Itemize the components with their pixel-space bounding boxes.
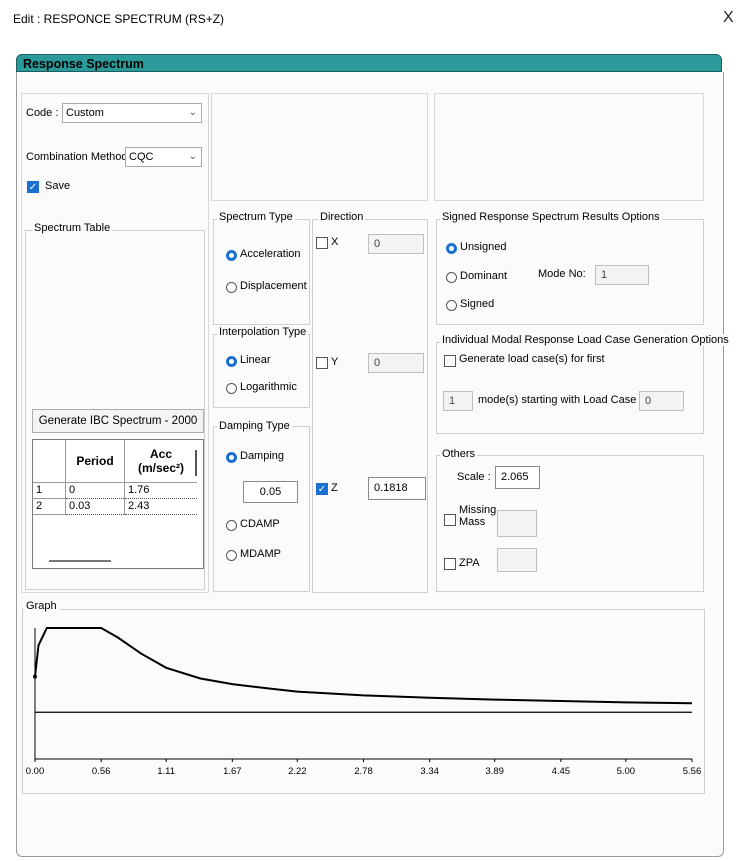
x-tick-label: 3.34 (420, 766, 439, 777)
x-tick-label: 2.78 (354, 766, 373, 777)
x-tick-label: 4.45 (552, 766, 571, 777)
x-tick-label: 5.56 (683, 766, 702, 777)
x-tick-label: 5.00 (617, 766, 636, 777)
x-tick-label: 1.11 (157, 766, 175, 777)
x-tick-label: 0.56 (92, 766, 111, 777)
x-tick-label: 0.00 (26, 766, 45, 777)
curve-start-point (33, 674, 37, 679)
x-tick-label: 2.22 (288, 766, 307, 777)
spectrum-chart: 0.00 0.56 1.11 1.67 2.22 2.78 3.34 3.89 4.45 5.00… (26, 627, 702, 777)
spectrum-curve (34, 627, 693, 705)
x-tick-label: 1.67 (223, 766, 242, 777)
x-tick-label: 3.89 (485, 766, 504, 777)
